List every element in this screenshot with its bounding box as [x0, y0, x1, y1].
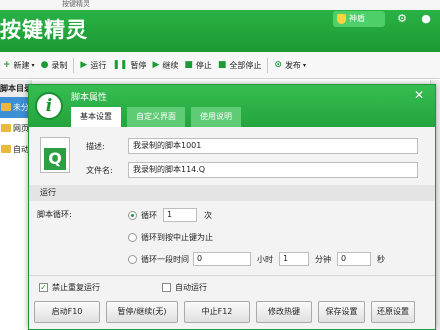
no-repeat-option: ✓ 禁止重复运行	[39, 282, 100, 293]
loop-until-stop-radio[interactable]	[128, 232, 137, 242]
stop-icon: ■	[184, 60, 193, 70]
dialog-header: i 脚本属性 ✕ 基本设置 自定义界面 使用说明	[29, 85, 435, 127]
filename-label: 文件名:	[86, 166, 113, 175]
seconds-input[interactable]: 0	[337, 252, 371, 266]
record-icon: ●	[40, 60, 49, 70]
loop-count-option: 循环 1 次	[128, 208, 212, 222]
new-button[interactable]: + 新建 ▾	[0, 52, 38, 79]
modify-hotkey-button[interactable]: 修改热键	[256, 301, 312, 323]
minutes-input[interactable]: 1	[279, 252, 309, 266]
no-repeat-label: 禁止重复运行	[52, 283, 100, 292]
stop-all-label: 全部停止	[229, 60, 262, 70]
stop-button[interactable]: ■ 停止	[181, 52, 215, 79]
pause-label: 暂停	[130, 60, 147, 70]
no-repeat-checkbox[interactable]: ✓	[39, 283, 48, 292]
app-header: 按键精灵 按键精灵 神盾 ⚙ ●	[0, 0, 440, 52]
hours-unit-label: 小时	[257, 254, 273, 264]
filename-input[interactable]: 我录制的脚本114.Q	[128, 162, 418, 178]
loop-count-input[interactable]: 1	[163, 208, 197, 222]
script-file-icon: Q	[40, 137, 70, 173]
user-icon[interactable]: ●	[418, 11, 434, 27]
publish-label: 发布	[284, 60, 301, 70]
window-top-text: 按键精灵	[62, 0, 90, 8]
sidebar-item-label: 自动	[13, 145, 29, 154]
vip-label: 神盾	[349, 14, 365, 23]
gear-icon[interactable]: ⚙	[394, 11, 410, 27]
window-top-strip: 按键精灵	[0, 0, 440, 10]
publish-icon: ⊙	[274, 60, 282, 70]
run-label: 运行	[90, 60, 107, 70]
sidebar-item-uncategorized[interactable]: 未分类	[0, 97, 31, 118]
loop-until-stop-label: 循环到按中止键为止	[141, 232, 213, 242]
q-file-icon: Q	[44, 148, 66, 170]
script-properties-dialog: i 脚本属性 ✕ 基本设置 自定义界面 使用说明 Q 描述: 我录制的脚本100…	[28, 84, 436, 330]
sidebar-item-auto[interactable]: 自动	[0, 139, 31, 160]
chevron-down-icon: ▾	[31, 61, 35, 69]
main-toolbar: + 新建 ▾ ● 录制 ▶ 运行 ❚❚ 暂停 ▶ 继续 ■ 停止 ■ 全部停止 …	[0, 52, 440, 79]
plus-icon: +	[3, 60, 11, 70]
tab-basic-settings[interactable]: 基本设置	[71, 107, 121, 127]
continue-label: 继续	[162, 60, 179, 70]
folder-icon	[1, 124, 11, 132]
loop-count-label: 循环	[141, 210, 157, 220]
auto-run-checkbox[interactable]	[162, 283, 171, 292]
chevron-down-icon: ▾	[302, 61, 306, 69]
loop-unit-label: 次	[204, 210, 212, 220]
loop-duration-radio[interactable]	[128, 254, 137, 264]
run-button[interactable]: ▶ 运行	[77, 52, 109, 79]
shield-icon	[337, 14, 346, 24]
auto-run-label: 自动运行	[175, 283, 207, 292]
sidebar-item-label: 网页	[13, 124, 29, 133]
restore-settings-button[interactable]: 还原设置	[371, 301, 415, 323]
loop-count-radio[interactable]	[128, 210, 137, 220]
new-label: 新建	[13, 60, 30, 70]
vip-badge-button[interactable]: 神盾	[333, 11, 385, 27]
dialog-footer: ✓ 禁止重复运行 自动运行 启动F10 暂停/继续(无) 中止F12 修改热键 …	[29, 275, 435, 329]
dialog-tabs: 基本设置 自定义界面 使用说明	[71, 107, 247, 127]
tab-custom-ui[interactable]: 自定义界面	[127, 107, 185, 127]
minutes-unit-label: 分钟	[315, 254, 331, 264]
save-settings-button[interactable]: 保存设置	[318, 301, 365, 323]
tab-usage-notes[interactable]: 使用说明	[191, 107, 241, 127]
pause-button[interactable]: ❚❚ 暂停	[109, 52, 149, 79]
dialog-button-row: 启动F10 暂停/继续(无) 中止F12 修改热键 保存设置 还原设置	[34, 301, 415, 323]
dialog-title: 脚本属性	[71, 93, 108, 103]
record-button[interactable]: ● 录制	[38, 52, 71, 79]
app-title: 按键精灵	[0, 18, 88, 42]
close-icon[interactable]: ✕	[412, 88, 426, 102]
folder-icon	[1, 103, 11, 111]
loop-duration-option: 循环一段时间 0 小时 1 分钟 0 秒	[128, 252, 385, 266]
pause-icon: ❚❚	[112, 60, 128, 70]
auto-run-option: 自动运行	[162, 282, 207, 293]
start-button[interactable]: 启动F10	[34, 301, 100, 323]
sidebar-item-web[interactable]: 网页	[0, 118, 31, 139]
pause-continue-button[interactable]: 暂停/继续(无)	[106, 301, 178, 323]
continue-button[interactable]: ▶ 继续	[149, 52, 181, 79]
record-label: 录制	[51, 60, 68, 70]
description-input[interactable]: 我录制的脚本1001	[128, 138, 418, 154]
folder-icon	[1, 145, 11, 153]
toolbar-divider	[267, 57, 269, 73]
sidebar-header: 脚本目录	[0, 80, 31, 97]
toolbar-divider	[73, 57, 75, 73]
info-logo-icon: i	[35, 92, 63, 120]
play-icon: ▶	[80, 60, 88, 70]
loop-label: 脚本循环:	[37, 210, 72, 219]
hours-input[interactable]: 0	[193, 252, 251, 266]
publish-button[interactable]: ⊙ 发布 ▾	[271, 52, 309, 79]
abort-button[interactable]: 中止F12	[184, 301, 250, 323]
resume-icon: ▶	[152, 60, 160, 70]
description-label: 描述:	[86, 142, 105, 151]
stop-all-button[interactable]: ■ 全部停止	[215, 52, 265, 79]
stop-all-icon: ■	[217, 60, 227, 70]
loop-duration-label: 循环一段时间	[141, 254, 189, 264]
stop-label: 停止	[195, 60, 212, 70]
loop-until-stop-option: 循环到按中止键为止	[128, 230, 213, 244]
run-section-header: 运行	[29, 185, 435, 201]
seconds-unit-label: 秒	[377, 254, 385, 264]
